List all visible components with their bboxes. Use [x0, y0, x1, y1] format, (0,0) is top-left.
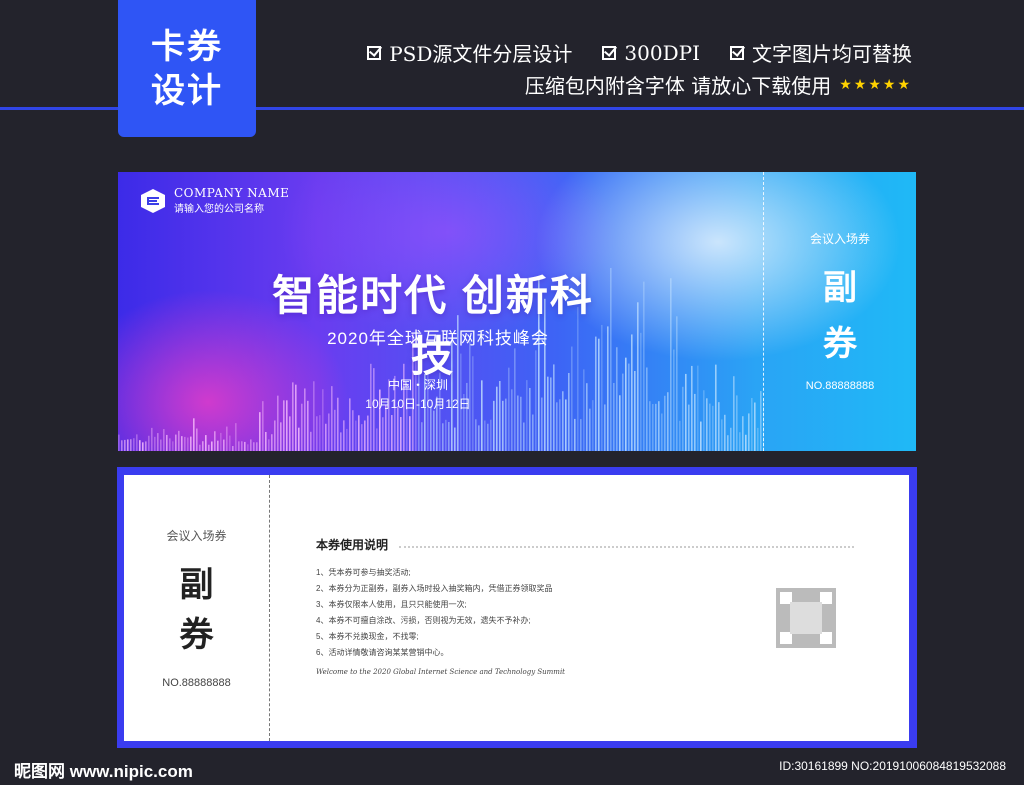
back-stub-number: NO.88888888 [162, 677, 231, 689]
feature-item: 300DPI [602, 38, 700, 67]
back-stub-label: 会议入场券 [166, 529, 227, 543]
feature-label: 300DPI [624, 40, 700, 65]
title-badge: 卡券 设计 [118, 0, 256, 137]
site-watermark: 昵图网 www.nipic.com [14, 762, 193, 781]
instruction-item: 1、凭本券可参与抽奖活动; [316, 568, 411, 577]
feature-item: PSD源文件分层设计 [367, 38, 572, 67]
feature-label: PSD源文件分层设计 [389, 42, 573, 66]
feature-list: PSD源文件分层设计 300DPI 文字图片均可替换 [367, 38, 912, 67]
image-id: ID:30161899 NO:20191006084819532088 [779, 759, 1006, 773]
stub-number: NO.88888888 [805, 380, 875, 392]
back-stub-char-2: 券 [179, 615, 214, 655]
instructions-list: 1、凭本券可参与抽奖活动; 2、本券分为正副券，副券入场时投入抽奖箱内，凭借正券… [316, 565, 552, 661]
instruction-item: 3、本券仅限本人使用，且只只能使用一次; [316, 600, 467, 609]
download-note-text: 压缩包内附含字体 请放心下载使用 [524, 74, 832, 98]
instructions-rule [399, 546, 854, 548]
ticket-subtitle: 2020年全球互联网科技峰会 [327, 329, 549, 348]
badge-line-1: 卡券 [151, 27, 223, 66]
stub-label: 会议入场券 [809, 232, 870, 246]
instruction-item: 6、活动详情敬请咨询某某营销中心。 [316, 648, 449, 657]
back-stub-char-1: 副 [179, 565, 214, 605]
ticket-title: 智能时代 创新科技 [272, 272, 594, 380]
feature-label: 文字图片均可替换 [752, 42, 912, 66]
welcome-note: Welcome to the 2020 Global Internet Scie… [316, 668, 565, 676]
badge-line-2: 设计 [151, 71, 223, 110]
event-location-dates: 中国・深圳 10月10日-10月12日 [358, 376, 478, 414]
ticket-back: 会议入场券 副 券 NO.88888888 本券使用说明 1、凭本券可参与抽奖活… [124, 475, 909, 741]
download-note: 压缩包内附含字体 请放心下载使用 ★★★★★ [525, 70, 912, 99]
stub-title-char-2: 券 [823, 324, 857, 364]
feature-item: 文字图片均可替换 [730, 38, 912, 67]
rating-stars-icon: ★★★★★ [839, 76, 912, 93]
back-stub: 会议入场券 副 券 NO.88888888 [124, 475, 269, 741]
company-hint: 请输入您的公司名称 [174, 204, 264, 215]
instruction-item: 2、本券分为正副券，副券入场时投入抽奖箱内，凭借正券领取奖品 [316, 584, 553, 593]
company-logo-icon [141, 188, 165, 213]
instruction-item: 4、本券不可擅自涂改、污损，否则视为无效，遗失不予补办; [316, 616, 531, 625]
company-name: COMPANY NAME [174, 186, 290, 200]
ticket-front: COMPANY NAME 请输入您的公司名称 智能时代 创新科技 2020年全球… [118, 172, 916, 451]
qr-code-placeholder-icon [776, 588, 836, 648]
checkbox-icon [367, 45, 382, 60]
back-perforation-line [269, 475, 270, 741]
instruction-item: 5、本券不兑换现金，不找零; [316, 632, 419, 641]
checkbox-icon [730, 45, 744, 60]
event-dates: 10月10日-10月12日 [365, 397, 471, 411]
ticket-stub: 会议入场券 副 券 NO.88888888 [764, 172, 916, 451]
event-location: 中国・深圳 [387, 378, 448, 392]
instructions-title: 本券使用说明 [316, 538, 389, 552]
company-logo: COMPANY NAME 请输入您的公司名称 [140, 186, 289, 215]
stub-title-char-1: 副 [823, 268, 857, 308]
checkbox-icon [602, 45, 617, 60]
